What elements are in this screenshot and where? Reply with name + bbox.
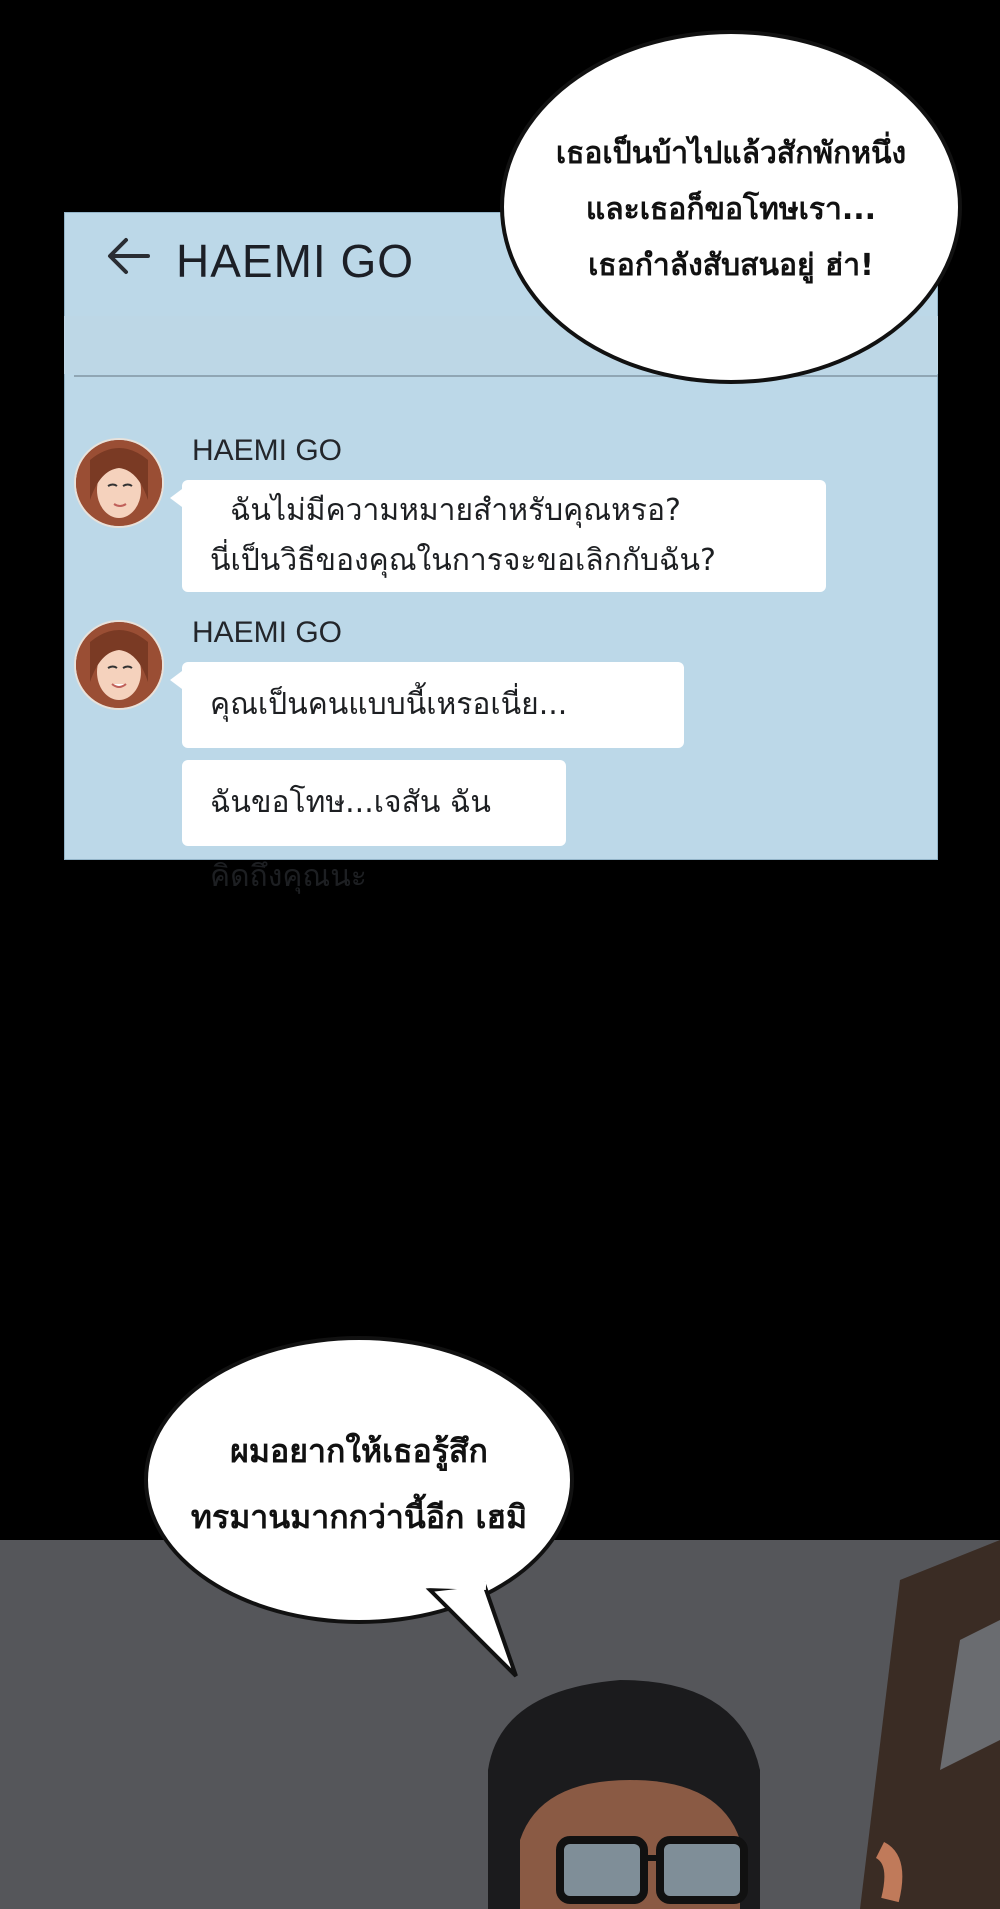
message-bubble[interactable]: ฉันไม่มีความหมายสำหรับคุณหรอ? นี่เป็นวิธ… [182,480,826,592]
back-arrow-icon[interactable] [104,232,152,280]
sender-name: HAEMI GO [192,616,343,649]
chat-title: HAEMI GO [176,235,415,287]
speech-pointer [425,1580,518,1678]
speech-bubble-top: เธอเป็นบ้าไปแล้วสักพักหนึ่ง และเธอก็ขอโท… [500,30,962,384]
speech-line: เธอกำลังสับสนอยู่ ฮ่า! [588,248,874,283]
header-divider [74,375,938,377]
message-line: ฉันไม่มีความหมายสำหรับคุณหรอ? [230,493,681,528]
sender-name: HAEMI GO [192,434,343,467]
speech-line: ทรมานมากกว่านี้อีก เฮมิ [190,1498,528,1536]
speech-line: เธอเป็นบ้าไปแล้วสักพักหนึ่ง [555,136,907,171]
speech-line: และเธอก็ขอโทษเรา... [585,192,877,227]
speech-text: เธอเป็นบ้าไปแล้วสักพักหนึ่ง และเธอก็ขอโท… [504,126,958,294]
message-line: ฉันขอโทษ...เจสัน ฉันคิดถึงคุณนะ [210,785,491,894]
avatar[interactable] [74,620,164,710]
speech-line: ผมอยากให้เธอรู้สึก [230,1432,488,1470]
message-bubble[interactable]: ฉันขอโทษ...เจสัน ฉันคิดถึงคุณนะ [182,760,566,894]
message-line: คุณเป็นคนแบบนี้เหรอเนี่ย... [210,687,568,722]
message-bubble[interactable]: คุณเป็นคนแบบนี้เหรอเนี่ย... [182,662,684,748]
message-line: นี่เป็นวิธีของคุณในการจะขอเลิกกับฉัน? [210,543,716,578]
speech-text: ผมอยากให้เธอรู้สึก ทรมานมากกว่านี้อีก เฮ… [148,1418,570,1550]
avatar[interactable] [74,438,164,528]
